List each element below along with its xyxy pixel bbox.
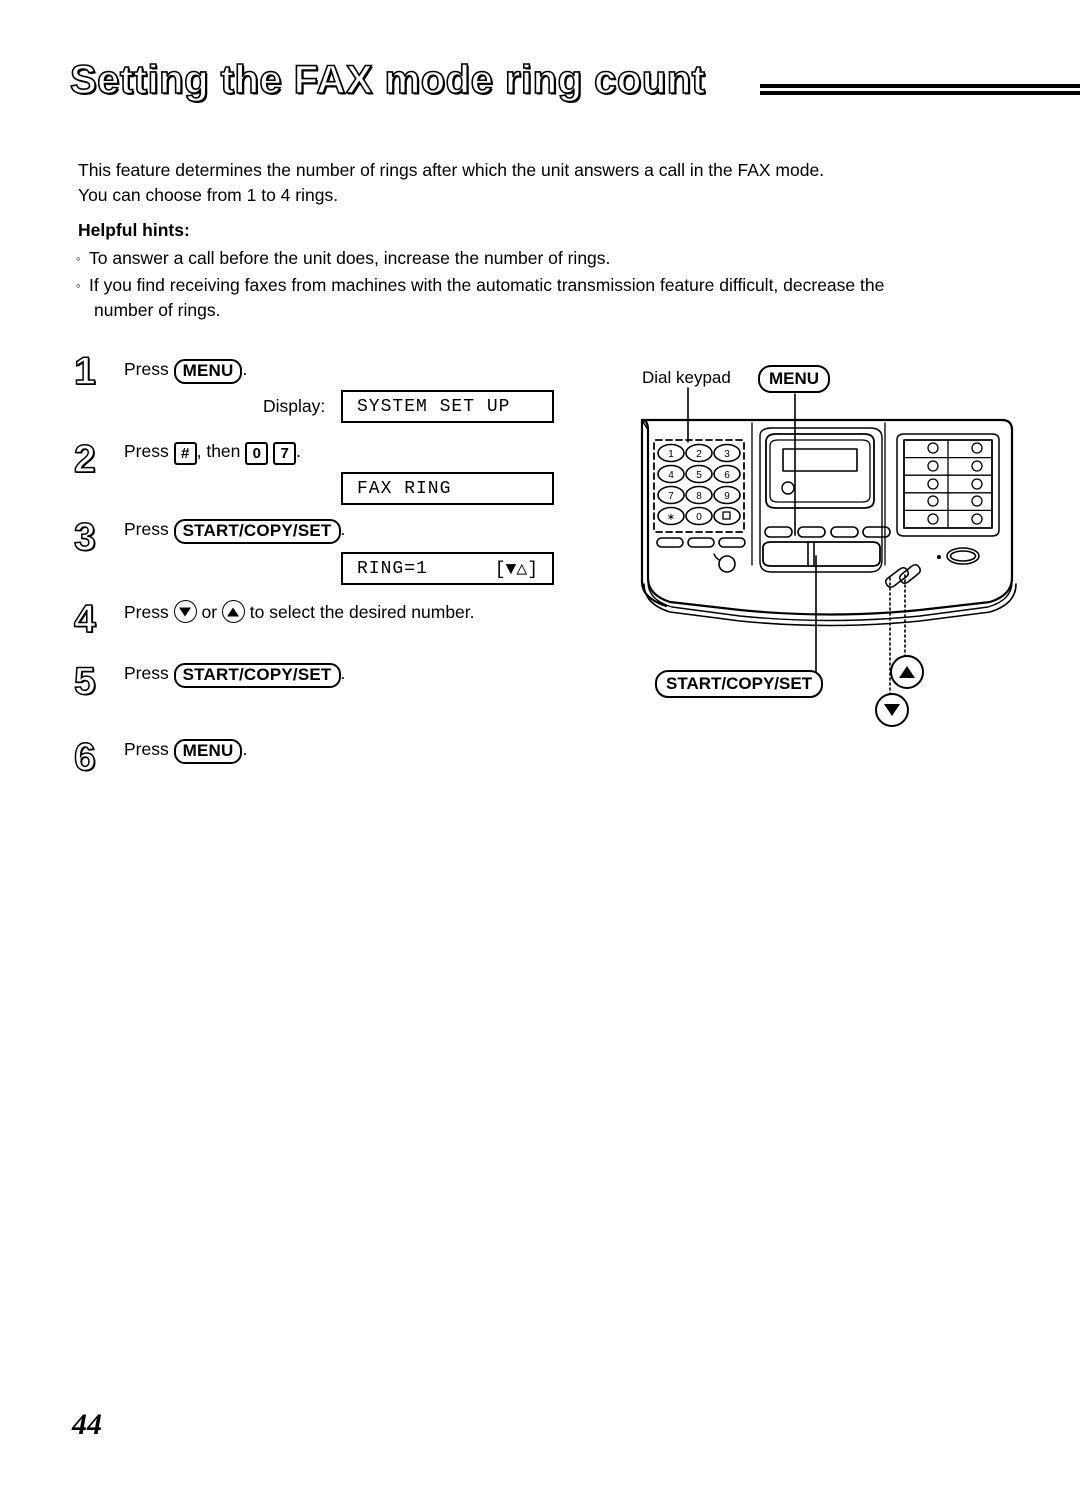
svg-text:7: 7 <box>668 491 674 502</box>
svg-text:2: 2 <box>696 449 702 460</box>
lcd-text-left: RING=1 <box>357 558 428 579</box>
svg-text:0: 0 <box>696 512 702 523</box>
step-5-instruction: Press START/COPY/SET. <box>124 662 345 688</box>
svg-text:1: 1 <box>668 449 674 460</box>
start-copy-set-callout-label: START/COPY/SET <box>655 670 824 698</box>
lcd-display-step-1: SYSTEM SET UP <box>341 390 554 423</box>
step-2-instruction: Press #, then 0 7. <box>124 440 301 465</box>
svg-text:5: 5 <box>696 470 702 481</box>
dial-keypad-callout-label: Dial keypad <box>642 368 731 387</box>
press-word: Press <box>124 359 169 379</box>
oval-button-right <box>937 547 980 565</box>
press-word: Press <box>124 602 169 622</box>
speaker-knob-icon <box>713 553 736 573</box>
fax-machine-control-panel-diagram: Dial keypad MENU START/COPY/SET 1 2 3 4 … <box>620 360 1040 727</box>
lcd-text-left: SYSTEM SET UP <box>357 396 511 417</box>
lcd-text-right: [▼△] <box>494 559 538 580</box>
start-copy-set-key-label[interactable]: START/COPY/SET <box>173 663 341 688</box>
soft-buttons <box>764 526 891 538</box>
up-down-rocker-keys <box>884 563 922 589</box>
svg-text:3: 3 <box>724 449 730 460</box>
start-copy-set-button <box>762 541 881 567</box>
arrow-down-button-icon[interactable] <box>173 600 197 623</box>
press-word: Press <box>124 663 169 683</box>
step-3-instruction: Press START/COPY/SET. <box>124 518 345 544</box>
step-number-3: 3 <box>73 516 96 559</box>
then-word: , then <box>196 441 241 461</box>
or-word: or <box>201 602 218 622</box>
title-rule-decoration <box>760 84 1080 95</box>
period: . <box>340 663 346 683</box>
svg-text:9: 9 <box>724 491 730 502</box>
arrow-up-button-callout-icon <box>890 655 924 689</box>
one-touch-keys <box>903 439 993 529</box>
lcd-text-left: FAX RING <box>357 478 452 499</box>
arrow-up-button-icon[interactable] <box>221 600 245 623</box>
hash-key-label[interactable]: # <box>173 442 197 465</box>
period: . <box>296 441 302 461</box>
left-small-buttons <box>656 537 746 548</box>
svg-text:4: 4 <box>668 470 674 481</box>
period: . <box>340 519 346 539</box>
arrow-down-button-callout-icon <box>875 693 909 727</box>
press-word: Press <box>124 441 169 461</box>
step-number-1: 1 <box>73 350 96 393</box>
page-number: 44 <box>72 1408 102 1441</box>
step-1-instruction: Press MENU. <box>124 358 247 384</box>
fax-machine-illustration: 1 2 3 4 5 6 7 8 9 ∗ 0 <box>640 387 1017 696</box>
procedure-steps: 1 Press MENU. Display: SYSTEM SET UP 2 P… <box>0 0 620 820</box>
lcd-display-step-3: RING=1 [▼△] <box>341 552 554 585</box>
step-number-4: 4 <box>73 598 96 641</box>
step-number-5: 5 <box>73 660 96 703</box>
menu-key-label[interactable]: MENU <box>173 359 243 384</box>
press-word: Press <box>124 519 169 539</box>
indicator-led-icon <box>781 481 795 495</box>
display-label: Display: <box>263 396 326 416</box>
manual-page: Setting the FAX mode ring count This fea… <box>0 0 1080 1486</box>
lcd-display-step-2: FAX RING <box>341 472 554 505</box>
step-number-2: 2 <box>73 438 96 481</box>
step-6-instruction: Press MENU. <box>124 738 247 764</box>
svg-text:6: 6 <box>724 470 730 481</box>
start-copy-set-key-label[interactable]: START/COPY/SET <box>173 519 341 544</box>
dial-keypad-keys: 1 2 3 4 5 6 7 8 9 ∗ 0 <box>657 443 741 526</box>
period: . <box>242 359 248 379</box>
lcd-screen <box>782 448 858 472</box>
svg-text:∗: ∗ <box>667 512 675 523</box>
digit-7-key-label[interactable]: 7 <box>273 442 297 465</box>
menu-key-label[interactable]: MENU <box>173 739 243 764</box>
period: . <box>242 739 248 759</box>
press-word: Press <box>124 739 169 759</box>
step-number-6: 6 <box>73 736 96 779</box>
step-4-tail: to select the desired number. <box>249 602 475 622</box>
svg-text:8: 8 <box>696 491 702 502</box>
digit-0-key-label[interactable]: 0 <box>245 442 269 465</box>
step-4-instruction: Press or to select the desired number. <box>124 600 475 623</box>
menu-callout-label: MENU <box>758 365 831 393</box>
